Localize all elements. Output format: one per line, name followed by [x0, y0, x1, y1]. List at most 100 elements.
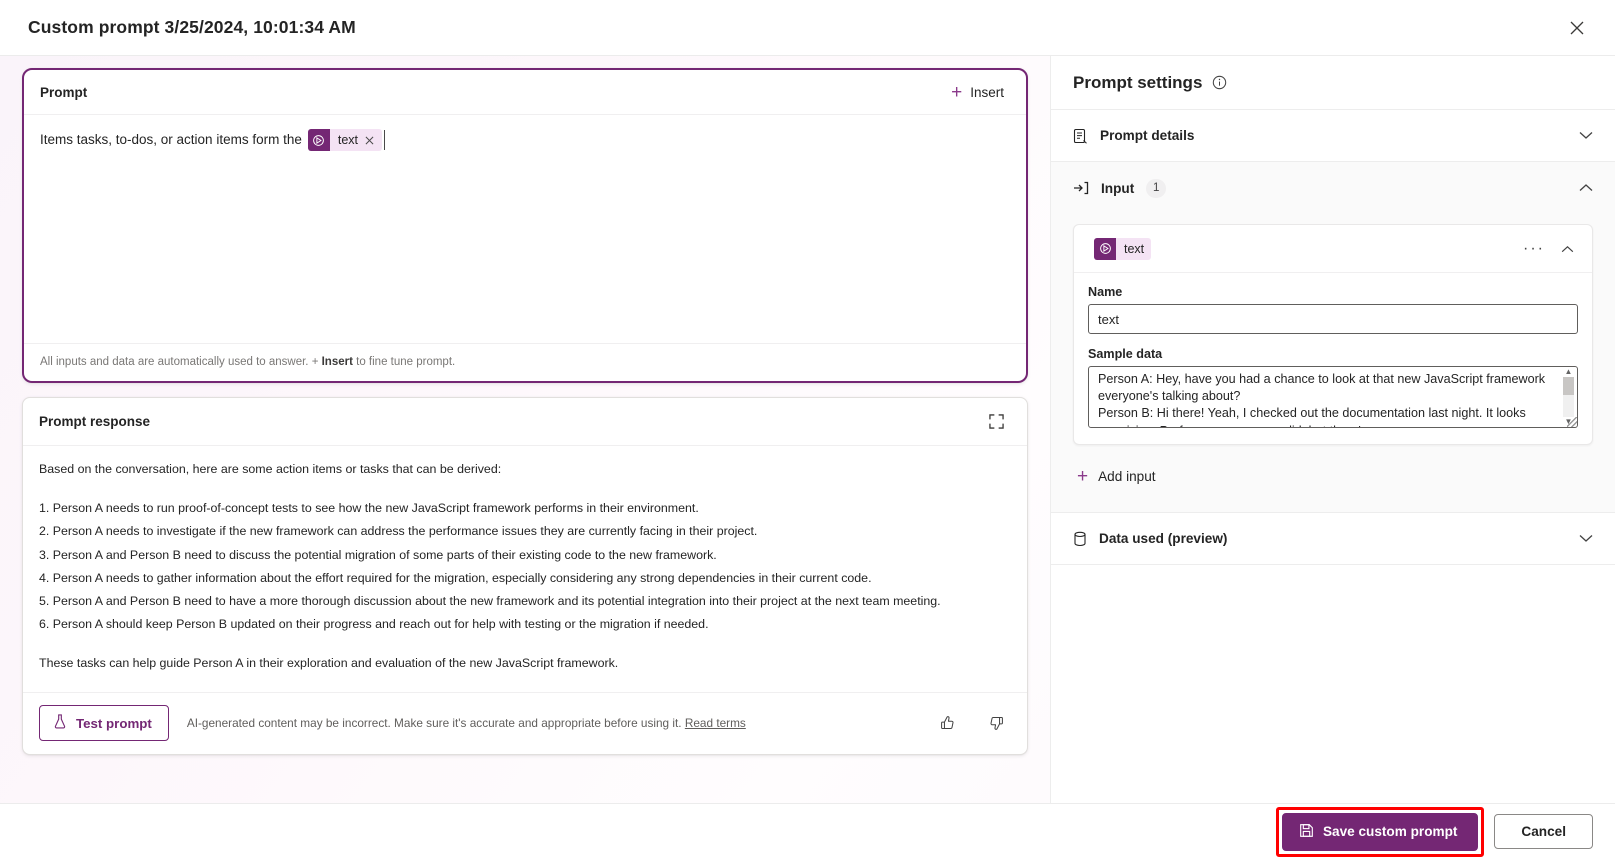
dialog-titlebar: Custom prompt 3/25/2024, 10:01:34 AM — [0, 0, 1615, 56]
prompt-card-header: Prompt + Insert — [24, 70, 1026, 115]
sample-data-field: Sample data Person A: Hey, have you had … — [1088, 347, 1578, 428]
arrow-into-glyph — [1074, 181, 1089, 195]
test-prompt-button[interactable]: Test prompt — [39, 705, 169, 742]
ai-disclaimer-text: AI-generated content may be incorrect. M… — [186, 716, 682, 731]
expand-glyph — [988, 414, 1004, 429]
document-icon — [1073, 128, 1088, 144]
input-chip[interactable]: text — [1094, 237, 1152, 260]
settings-header: Prompt settings — [1051, 56, 1615, 110]
prompt-settings-pane: Prompt settings Prompt details Input 1 t… — [1050, 56, 1615, 859]
scrollbar-thumb[interactable] — [1563, 377, 1574, 395]
prompt-chip-label: text — [337, 133, 358, 147]
name-input[interactable] — [1088, 304, 1578, 334]
page-title: Custom prompt 3/25/2024, 10:01:34 AM — [28, 17, 356, 37]
info-glyph — [1213, 75, 1227, 90]
prompt-footer-bold: Insert — [321, 356, 353, 368]
thumbs-up-glyph — [941, 716, 954, 730]
save-button-highlight-wrap: Save custom prompt — [1275, 806, 1485, 857]
input-token-icon — [1094, 237, 1116, 260]
input-card-body: Name Sample data Person A: Hey, have you… — [1074, 273, 1592, 444]
chevron-down-icon — [1579, 127, 1593, 145]
left-pane: Prompt + Insert Items tasks, to-dos, or … — [0, 56, 1050, 859]
save-icon — [1299, 823, 1314, 841]
prompt-card: Prompt + Insert Items tasks, to-dos, or … — [22, 68, 1028, 383]
section-prompt-details[interactable]: Prompt details — [1051, 110, 1615, 162]
prompt-card-footer: All inputs and data are automatically us… — [24, 343, 1026, 381]
chevron-down-glyph — [1579, 131, 1593, 139]
chevron-down-icon — [1579, 530, 1593, 548]
input-token-icon — [307, 129, 330, 151]
list-item: 6. Person A should keep Person B updated… — [39, 617, 709, 632]
close-glyph — [1570, 21, 1584, 34]
ellipsis-icon[interactable]: ··· — [1517, 238, 1551, 260]
save-glyph — [1300, 823, 1313, 837]
arrow-into-icon — [1073, 180, 1089, 196]
input-token-glyph — [313, 134, 325, 146]
scroll-up-icon[interactable]: ▲ — [1565, 368, 1573, 376]
test-prompt-label: Test prompt — [76, 715, 152, 731]
response-lede: Based on the conversation, here are some… — [39, 462, 502, 476]
add-input-label: Add input — [1098, 469, 1156, 484]
thumbs-down-icon[interactable] — [981, 708, 1011, 738]
section-label: Input — [1101, 180, 1135, 196]
prompt-footer-suffix: to fine tune prompt. — [352, 356, 456, 368]
info-icon[interactable] — [1212, 75, 1227, 90]
response-card-footer: Test prompt AI-generated content may be … — [23, 691, 1027, 754]
read-terms-link[interactable]: Read terms — [685, 716, 746, 730]
insert-button[interactable]: + Insert — [945, 78, 1010, 107]
section-label: Data used (preview) — [1099, 531, 1228, 546]
prompt-editor-text: Items tasks, to-dos, or action items for… — [40, 132, 302, 147]
response-card-header: Prompt response — [23, 398, 1027, 446]
section-data-used[interactable]: Data used (preview) — [1051, 513, 1615, 565]
flask-glyph — [54, 714, 66, 729]
prompt-editor[interactable]: Items tasks, to-dos, or action items for… — [24, 115, 1026, 343]
response-closing: These tasks can help guide Person A in t… — [39, 656, 619, 671]
document-glyph — [1073, 128, 1087, 144]
settings-title: Prompt settings — [1073, 72, 1203, 92]
chevron-down-glyph — [1579, 534, 1593, 542]
input-card-header: text ··· — [1074, 225, 1592, 273]
text-caret — [384, 130, 385, 150]
close-icon[interactable] — [1559, 12, 1595, 44]
input-section-body: text ··· Name Sample data — [1051, 214, 1615, 513]
dialog-footer: Save custom prompt Cancel — [0, 803, 1615, 859]
dialog-body: Prompt + Insert Items tasks, to-dos, or … — [0, 56, 1615, 859]
list-item: 4. Person A needs to gather information … — [39, 570, 872, 585]
prompt-card-title: Prompt — [40, 84, 88, 100]
prompt-editor-line: Items tasks, to-dos, or action items for… — [40, 129, 1010, 151]
save-button-label: Save custom prompt — [1322, 824, 1458, 839]
chevron-up-icon — [1579, 179, 1593, 197]
plus-icon: + — [1077, 466, 1089, 487]
sample-data-label: Sample data — [1088, 347, 1163, 361]
input-count-badge: 1 — [1146, 178, 1167, 198]
insert-button-label: Insert — [970, 84, 1004, 100]
input-card-collapse-icon[interactable] — [1551, 243, 1578, 255]
thumbs-down-glyph — [990, 717, 1003, 730]
cancel-button[interactable]: Cancel — [1494, 814, 1593, 849]
name-field-label: Name — [1088, 285, 1123, 299]
plus-icon: + — [951, 81, 963, 103]
database-glyph — [1074, 531, 1086, 546]
response-item-list: 1. Person A needs to run proof-of-concep… — [39, 499, 1011, 634]
resize-handle[interactable] — [1567, 417, 1577, 427]
prompt-input-chip[interactable]: text — [307, 129, 382, 151]
section-label: Prompt details — [1100, 128, 1195, 143]
chip-remove-icon[interactable] — [365, 136, 382, 145]
response-card-title: Prompt response — [39, 414, 151, 429]
thumbs-up-icon[interactable] — [933, 708, 963, 738]
chip-close-glyph — [365, 136, 374, 144]
chevron-up-glyph — [1561, 245, 1574, 252]
section-input[interactable]: Input 1 — [1051, 162, 1615, 214]
list-item: 5. Person A and Person B need to have a … — [39, 594, 941, 609]
response-content: Based on the conversation, here are some… — [23, 446, 1027, 692]
save-custom-prompt-button[interactable]: Save custom prompt — [1281, 812, 1479, 851]
sample-data-textarea[interactable]: Person A: Hey, have you had a chance to … — [1088, 366, 1578, 428]
scrollbar-track[interactable] — [1563, 377, 1574, 417]
add-input-button[interactable]: + Add input — [1073, 461, 1160, 492]
chevron-up-glyph — [1579, 184, 1593, 191]
input-item-card: text ··· Name Sample data — [1073, 224, 1593, 445]
ai-disclaimer: AI-generated content may be incorrect. M… — [187, 716, 915, 730]
prompt-footer-prefix: All inputs and data are automatically us… — [40, 356, 322, 368]
flask-icon — [53, 714, 67, 732]
expand-icon[interactable] — [981, 407, 1011, 437]
